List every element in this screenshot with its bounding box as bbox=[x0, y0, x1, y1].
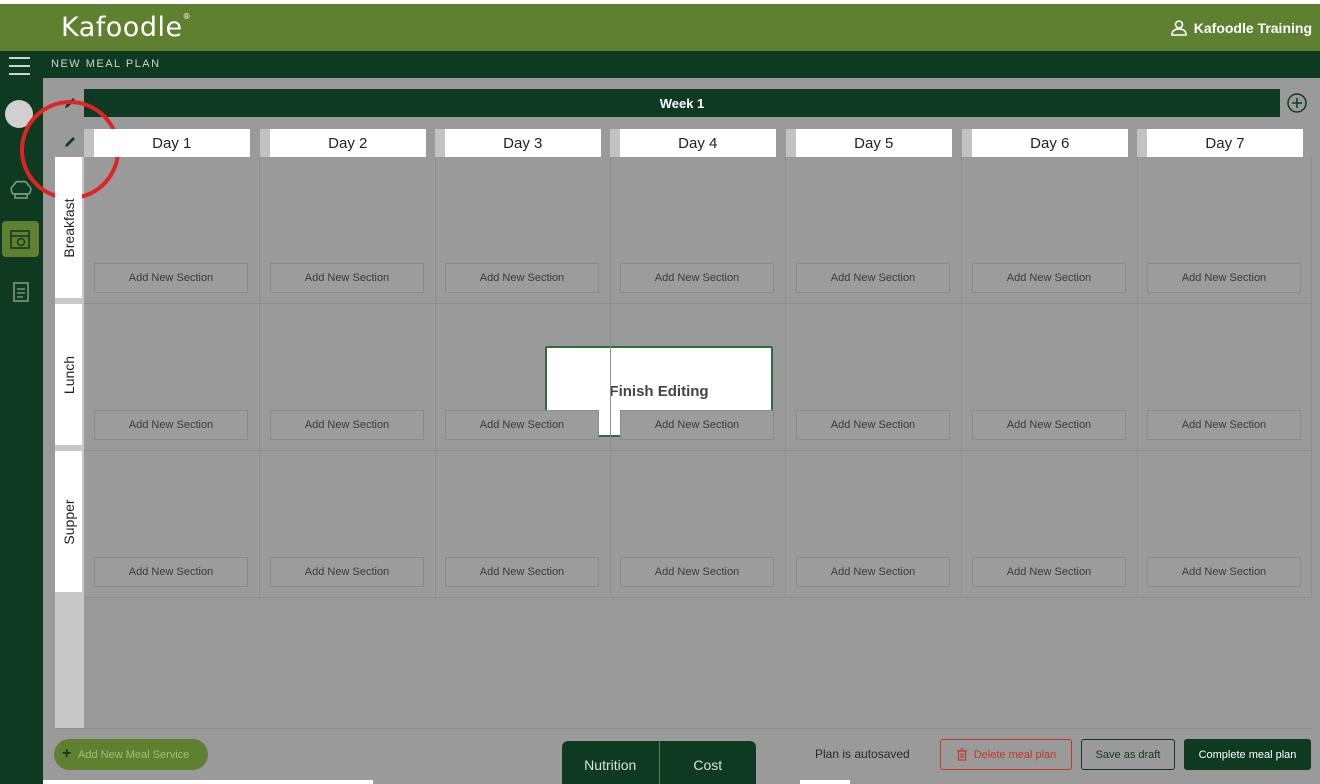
bottom-edge bbox=[43, 780, 373, 784]
meal-cell: Add New Section bbox=[435, 157, 611, 304]
user-name: Kafoodle Training bbox=[1193, 20, 1312, 36]
bottom-edge bbox=[800, 780, 850, 784]
day-header-separator bbox=[610, 129, 620, 157]
summary-tabs: Nutrition Cost bbox=[562, 741, 756, 784]
delete-label: Delete meal plan bbox=[973, 748, 1057, 761]
meal-cell: Add New Section bbox=[84, 451, 260, 598]
day-header[interactable]: Day 6 bbox=[972, 129, 1128, 157]
save-draft-button[interactable]: Save as draft bbox=[1081, 739, 1175, 770]
add-new-section-button[interactable]: Add New Section bbox=[620, 557, 774, 587]
day-header[interactable]: Day 1 bbox=[94, 129, 250, 157]
add-new-section-button[interactable]: Add New Section bbox=[445, 557, 599, 587]
day-header-separator bbox=[962, 129, 972, 157]
meal-cell: Add New Section bbox=[610, 157, 786, 304]
meal-cell: Add New Section bbox=[260, 451, 436, 598]
calendar-icon[interactable] bbox=[6, 225, 34, 253]
add-new-section-button[interactable]: Add New Section bbox=[620, 410, 774, 440]
day-header-separator bbox=[260, 129, 270, 157]
plus-circle-icon[interactable] bbox=[1285, 91, 1309, 115]
user-menu[interactable]: Kafoodle Training bbox=[1170, 19, 1312, 37]
add-new-section-button[interactable]: Add New Section bbox=[270, 263, 424, 293]
app: Kafoodle® Kafoodle Training NEW MEAL PLA… bbox=[0, 0, 1320, 784]
day-header-separator bbox=[786, 129, 796, 157]
tab-cost[interactable]: Cost bbox=[658, 741, 757, 784]
add-new-section-button[interactable]: Add New Section bbox=[796, 557, 950, 587]
add-new-section-button[interactable]: Add New Section bbox=[1147, 557, 1301, 587]
meal-cell: Add New Section bbox=[610, 451, 786, 598]
complete-meal-plan-button[interactable]: Complete meal plan bbox=[1184, 739, 1311, 770]
meal-service-name: Supper bbox=[60, 498, 77, 545]
meal-service-label[interactable]: Supper bbox=[55, 451, 82, 592]
meal-cell: Add New Section bbox=[610, 304, 786, 451]
sub-header: NEW MEAL PLAN bbox=[0, 51, 1320, 78]
delete-meal-plan-button[interactable]: Delete meal plan bbox=[940, 739, 1072, 770]
add-new-section-button[interactable]: Add New Section bbox=[445, 263, 599, 293]
add-new-section-button[interactable]: Add New Section bbox=[94, 557, 248, 587]
day-header[interactable]: Day 4 bbox=[620, 129, 776, 157]
add-new-section-button[interactable]: Add New Section bbox=[972, 557, 1126, 587]
meal-cell: Add New Section bbox=[786, 451, 962, 598]
page-title: NEW MEAL PLAN bbox=[51, 58, 161, 70]
meal-cell: Add New Section bbox=[962, 304, 1138, 451]
add-new-section-button[interactable]: Add New Section bbox=[972, 263, 1126, 293]
meal-cell: Add New Section bbox=[435, 451, 611, 598]
menu-icon[interactable] bbox=[9, 57, 30, 77]
add-new-section-button[interactable]: Add New Section bbox=[1147, 410, 1301, 440]
meal-service-label[interactable]: Lunch bbox=[55, 304, 82, 445]
clipboard-icon[interactable] bbox=[7, 277, 35, 305]
meal-cell: Add New Section bbox=[786, 304, 962, 451]
user-icon bbox=[1170, 20, 1187, 36]
meal-service-name: Breakfast bbox=[60, 197, 77, 258]
grid-bottom-line bbox=[55, 728, 1312, 729]
day-header-separator bbox=[84, 129, 94, 157]
add-new-section-button[interactable]: Add New Section bbox=[620, 263, 774, 293]
meal-cell: Add New Section bbox=[84, 304, 260, 451]
trash-icon bbox=[956, 748, 967, 761]
add-new-section-button[interactable]: Add New Section bbox=[796, 263, 950, 293]
tab-nutrition[interactable]: Nutrition bbox=[562, 741, 659, 784]
meal-cell: Add New Section bbox=[260, 157, 436, 304]
add-new-section-button[interactable]: Add New Section bbox=[445, 410, 599, 440]
meal-cell: Add New Section bbox=[1137, 304, 1312, 451]
add-new-section-button[interactable]: Add New Section bbox=[796, 410, 950, 440]
meal-cell: Add New Section bbox=[435, 304, 611, 451]
meal-cell: Add New Section bbox=[962, 157, 1138, 304]
day-header-separator bbox=[435, 129, 445, 157]
add-new-section-button[interactable]: Add New Section bbox=[972, 410, 1126, 440]
day-header[interactable]: Day 3 bbox=[445, 129, 601, 157]
logo[interactable]: Kafoodle® bbox=[61, 12, 191, 43]
add-new-section-button[interactable]: Add New Section bbox=[1147, 263, 1301, 293]
top-bar: Kafoodle® Kafoodle Training bbox=[0, 4, 1320, 51]
day-header[interactable]: Day 7 bbox=[1147, 129, 1303, 157]
meal-cell: Add New Section bbox=[962, 451, 1138, 598]
meal-service-name: Lunch bbox=[60, 355, 77, 394]
week-header[interactable]: Week 1 bbox=[84, 89, 1280, 117]
add-new-section-button[interactable]: Add New Section bbox=[270, 410, 424, 440]
plus-icon: + bbox=[62, 745, 72, 762]
add-new-section-button[interactable]: Add New Section bbox=[270, 557, 424, 587]
day-header-separator bbox=[1137, 129, 1147, 157]
day-header[interactable]: Day 2 bbox=[270, 129, 426, 157]
meal-cell: Add New Section bbox=[1137, 157, 1312, 304]
meal-service-label[interactable]: Breakfast bbox=[55, 157, 82, 298]
add-meal-service-button[interactable]: + Add New Meal Service bbox=[54, 739, 208, 770]
meal-cell: Add New Section bbox=[84, 157, 260, 304]
meal-cell: Add New Section bbox=[786, 157, 962, 304]
add-new-section-button[interactable]: Add New Section bbox=[94, 410, 248, 440]
add-meal-service-label: Add New Meal Service bbox=[78, 748, 190, 761]
meal-cell: Add New Section bbox=[1137, 451, 1312, 598]
add-new-section-button[interactable]: Add New Section bbox=[94, 263, 248, 293]
meal-cell: Add New Section bbox=[260, 304, 436, 451]
day-header[interactable]: Day 5 bbox=[796, 129, 952, 157]
autosave-status: Plan is autosaved bbox=[815, 747, 910, 761]
